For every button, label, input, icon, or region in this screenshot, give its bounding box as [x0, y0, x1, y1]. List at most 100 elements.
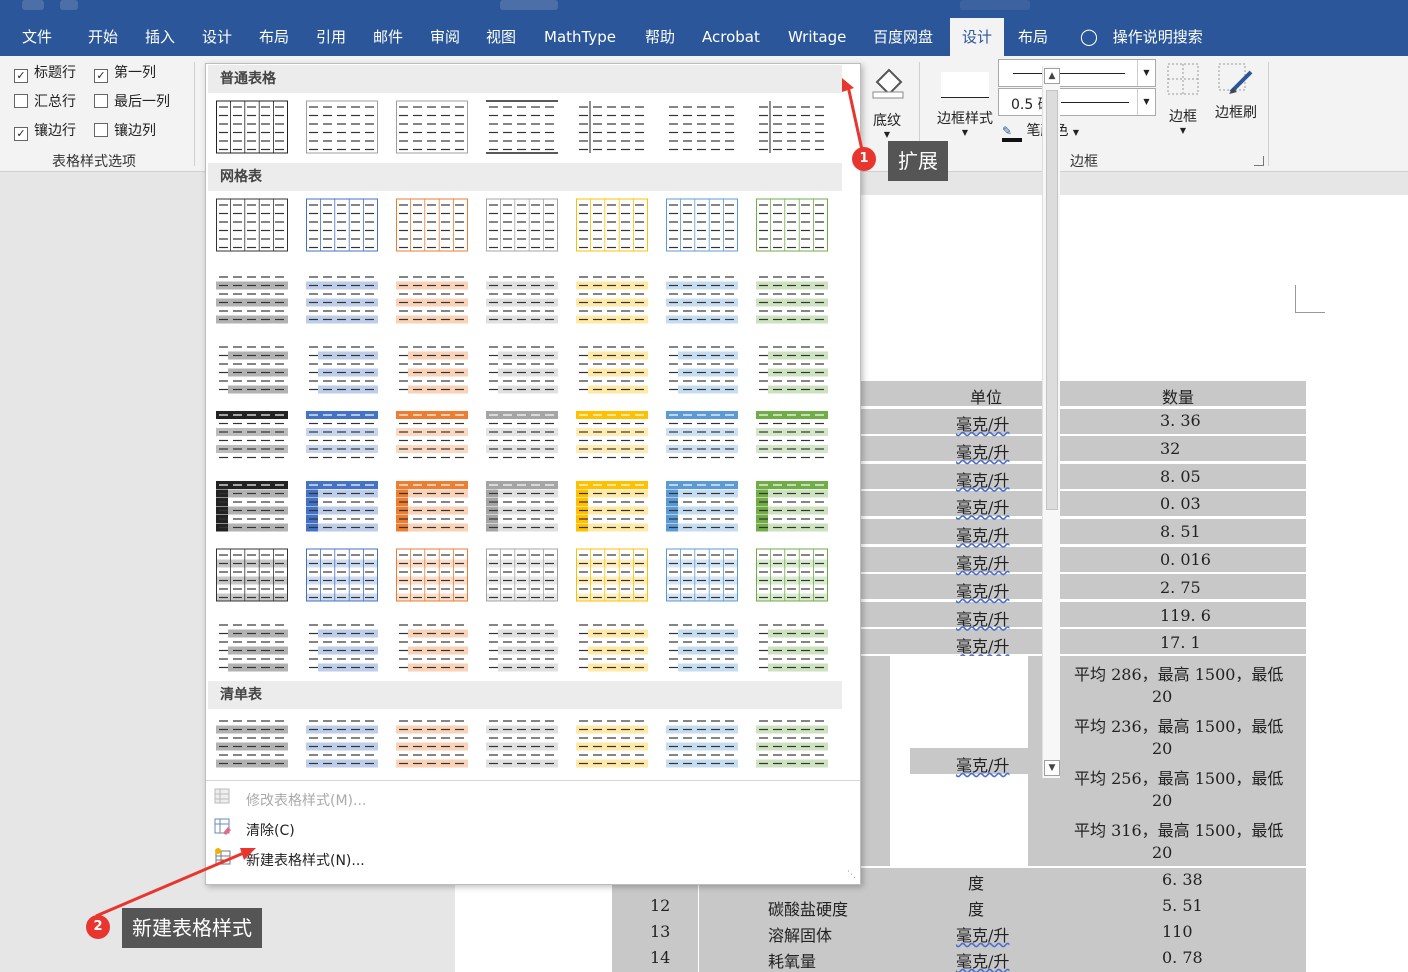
quick-access-icon[interactable]: [22, 0, 44, 10]
tab-4[interactable]: 布局: [259, 26, 289, 48]
table-style-thumbnail[interactable]: [666, 198, 738, 252]
tab-12[interactable]: Writage: [788, 26, 846, 48]
table-style-thumbnail[interactable]: [756, 408, 828, 462]
table-style-thumbnail[interactable]: [576, 618, 648, 672]
table-style-thumbnail[interactable]: [486, 548, 558, 602]
table-style-thumbnail[interactable]: [306, 100, 378, 154]
table-style-thumbnail[interactable]: [396, 618, 468, 672]
table-style-thumbnail[interactable]: [396, 408, 468, 462]
table-style-thumbnail[interactable]: [576, 478, 648, 532]
table-style-thumbnail[interactable]: [756, 340, 828, 394]
table-style-thumbnail[interactable]: [576, 714, 648, 768]
checkbox-empty-icon[interactable]: [94, 123, 108, 137]
table-style-thumbnail[interactable]: [486, 100, 558, 154]
table-style-thumbnail[interactable]: [666, 478, 738, 532]
table-style-thumbnail[interactable]: [756, 714, 828, 768]
table-style-thumbnail[interactable]: [756, 198, 828, 252]
modify-table-style-item[interactable]: 修改表格样式(M)...: [206, 786, 860, 814]
border-painter-button[interactable]: 边框刷: [1210, 62, 1262, 132]
table-style-thumbnail[interactable]: [486, 478, 558, 532]
checkbox-checked-icon[interactable]: ✓: [14, 127, 28, 141]
table-style-thumbnail[interactable]: [306, 714, 378, 768]
table-style-thumbnail[interactable]: [666, 618, 738, 672]
table-style-thumbnail[interactable]: [216, 618, 288, 672]
scrollbar-thumb[interactable]: [1046, 90, 1058, 510]
table-style-thumbnail[interactable]: [216, 198, 288, 252]
table-style-thumbnail[interactable]: [216, 408, 288, 462]
table-style-thumbnail[interactable]: [486, 198, 558, 252]
table-style-thumbnail[interactable]: [486, 408, 558, 462]
tab-9[interactable]: MathType: [544, 26, 616, 48]
table-style-thumbnail[interactable]: [486, 340, 558, 394]
table-style-thumbnail[interactable]: [666, 408, 738, 462]
pen-color-button[interactable]: ✎ 笔颜色 ▼: [1002, 120, 1079, 142]
expand-gallery-up-button[interactable]: ▲: [1044, 68, 1060, 84]
tab-3[interactable]: 设计: [202, 26, 232, 48]
checkbox-checked-icon[interactable]: ✓: [14, 69, 28, 83]
table-style-thumbnail[interactable]: [306, 340, 378, 394]
table-style-thumbnail[interactable]: [666, 270, 738, 324]
pen-weight-dropdown[interactable]: 0.5 磅 ▼: [998, 88, 1156, 116]
tab-1[interactable]: 开始: [88, 26, 118, 48]
table-style-thumbnail[interactable]: [306, 198, 378, 252]
table-style-thumbnail[interactable]: [666, 548, 738, 602]
table-style-thumbnail[interactable]: [306, 478, 378, 532]
table-style-thumbnail[interactable]: [576, 548, 648, 602]
table-style-thumbnail[interactable]: [306, 408, 378, 462]
tab-0[interactable]: 文件: [22, 26, 52, 48]
checkbox-option-4[interactable]: ✓ 镶边行: [14, 122, 76, 141]
tab-5[interactable]: 引用: [316, 26, 346, 48]
table-style-thumbnail[interactable]: [216, 340, 288, 394]
table-style-thumbnail[interactable]: [396, 100, 468, 154]
table-style-thumbnail[interactable]: [306, 548, 378, 602]
table-style-thumbnail[interactable]: [756, 100, 828, 154]
table-style-thumbnail[interactable]: [396, 548, 468, 602]
table-style-thumbnail[interactable]: [756, 618, 828, 672]
table-style-thumbnail[interactable]: [486, 270, 558, 324]
line-style-dropdown[interactable]: ▼: [998, 59, 1156, 87]
table-style-thumbnail[interactable]: [576, 100, 648, 154]
table-style-thumbnail[interactable]: [756, 478, 828, 532]
table-style-thumbnail[interactable]: [396, 340, 468, 394]
checkbox-checked-icon[interactable]: ✓: [94, 69, 108, 83]
checkbox-empty-icon[interactable]: [94, 94, 108, 108]
clear-item[interactable]: 清除(C): [206, 816, 860, 844]
shading-button[interactable]: 底纹 ▼: [862, 62, 912, 142]
table-style-thumbnail[interactable]: [396, 198, 468, 252]
table-style-thumbnail[interactable]: [486, 618, 558, 672]
checkbox-option-1[interactable]: ✓ 第一列: [94, 64, 156, 83]
table-style-thumbnail[interactable]: [216, 100, 288, 154]
tab-7[interactable]: 审阅: [430, 26, 460, 48]
checkbox-empty-icon[interactable]: [14, 94, 28, 108]
scroll-down-button[interactable]: ▼: [1044, 760, 1060, 776]
table-style-thumbnail[interactable]: [756, 548, 828, 602]
tab-13[interactable]: 百度网盘: [873, 26, 933, 48]
border-styles-button[interactable]: 边框样式 ▼: [932, 62, 998, 146]
table-style-thumbnail[interactable]: [666, 100, 738, 154]
tab-2[interactable]: 插入: [145, 26, 175, 48]
gallery-scrollbar[interactable]: ▲ ▼: [1042, 66, 1060, 778]
table-style-thumbnail[interactable]: [396, 478, 468, 532]
checkbox-option-0[interactable]: ✓ 标题行: [14, 64, 76, 83]
table-style-thumbnail[interactable]: [216, 548, 288, 602]
table-style-thumbnail[interactable]: [756, 270, 828, 324]
checkbox-option-5[interactable]: 镶边列: [94, 122, 156, 140]
table-style-thumbnail[interactable]: [306, 618, 378, 672]
dialog-launcher-icon[interactable]: [1254, 156, 1264, 166]
table-style-thumbnail[interactable]: [306, 270, 378, 324]
table-style-thumbnail[interactable]: [576, 270, 648, 324]
quick-access-icon[interactable]: [60, 0, 78, 10]
tab-14[interactable]: 设计: [950, 18, 1005, 56]
table-style-thumbnail[interactable]: [216, 478, 288, 532]
table-style-thumbnail[interactable]: [486, 714, 558, 768]
table-style-thumbnail[interactable]: [666, 340, 738, 394]
table-style-thumbnail[interactable]: [576, 340, 648, 394]
tell-me-search[interactable]: ◯ 操作说明搜索: [1080, 26, 1203, 48]
tab-8[interactable]: 视图: [486, 26, 516, 48]
tab-10[interactable]: 帮助: [645, 26, 675, 48]
table-style-thumbnail[interactable]: [666, 714, 738, 768]
table-style-thumbnail[interactable]: [576, 408, 648, 462]
checkbox-option-3[interactable]: 最后一列: [94, 93, 170, 111]
table-style-thumbnail[interactable]: [396, 714, 468, 768]
tab-11[interactable]: Acrobat: [702, 26, 760, 48]
